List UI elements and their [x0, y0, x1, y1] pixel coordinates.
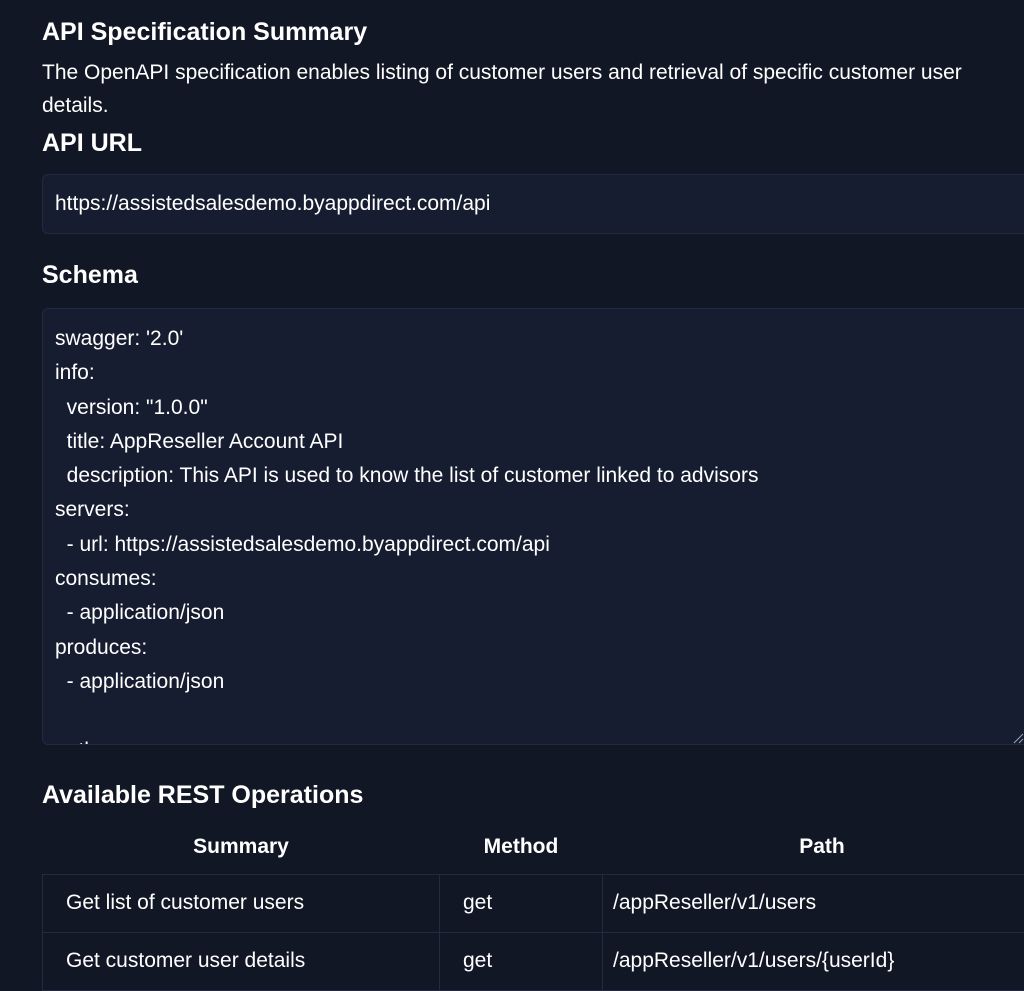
operation-path: /appReseller/v1/users — [602, 873, 1024, 933]
resize-handle-icon[interactable] — [1012, 732, 1024, 744]
operation-summary: Get list of customer users — [42, 873, 440, 933]
table-row: Get customer user details get /appResell… — [42, 931, 1024, 991]
operations-table: Summary Method Path Get list of customer… — [42, 820, 1024, 991]
operation-summary: Get customer user details — [42, 931, 440, 991]
api-url-heading: API URL — [42, 129, 142, 157]
column-header-summary: Summary — [193, 834, 289, 858]
column-header-method: Method — [483, 834, 559, 858]
summary-heading: API Specification Summary — [42, 18, 368, 46]
operation-method: get — [439, 873, 603, 933]
table-row: Get list of customer users get /appResel… — [42, 873, 1024, 933]
operations-heading: Available REST Operations — [42, 781, 364, 809]
schema-editor[interactable]: swagger: '2.0' info: version: "1.0.0" ti… — [42, 308, 1024, 745]
operation-path: /appReseller/v1/users/{userId} — [602, 931, 1024, 991]
table-header-row: Summary Method Path — [43, 820, 1024, 874]
operation-method: get — [439, 931, 603, 991]
schema-heading: Schema — [42, 261, 138, 289]
api-spec-panel: API Specification Summary The OpenAPI sp… — [0, 0, 1024, 991]
column-header-path: Path — [799, 834, 845, 858]
api-url-field[interactable] — [42, 174, 1024, 234]
summary-text: The OpenAPI specification enables listin… — [42, 61, 962, 117]
